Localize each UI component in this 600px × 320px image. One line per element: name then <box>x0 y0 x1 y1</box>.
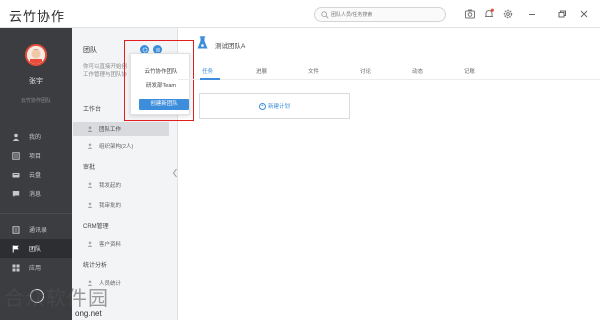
minimize-icon[interactable] <box>526 8 538 20</box>
new-plan-button[interactable]: + 新建计划 <box>199 93 350 119</box>
panel-hint-line: 你可以直接开始创 <box>83 64 128 70</box>
sidebar-item-mine[interactable]: 我的 <box>0 127 72 146</box>
section-crm: CRM管理 <box>83 224 109 230</box>
person-icon <box>87 143 93 149</box>
watermark-text: 合众软件园 <box>4 286 109 310</box>
team-tabs: 任务 进展 文件 讨论 动态 记账 <box>178 64 600 80</box>
plus-icon: + <box>258 102 266 110</box>
sidebar-item-label: 应用 <box>29 266 42 272</box>
popup-team-item[interactable]: 研发部Team <box>131 81 191 89</box>
panel-item-label: 团队工作 <box>99 127 122 133</box>
new-plan-label: 新建计划 <box>267 104 290 110</box>
panel-item-approved[interactable]: 我审批的 <box>73 198 169 212</box>
person-icon <box>87 126 93 132</box>
panel-item-label: 组织架构(2人) <box>99 144 134 150</box>
search-input[interactable] <box>331 9 441 20</box>
section-workbench: 工作台 <box>83 107 102 113</box>
sidebar-item-label: 我的 <box>29 135 42 141</box>
sidebar-divider <box>0 213 72 214</box>
user-name: 张宇 <box>29 78 43 85</box>
message-icon <box>12 190 20 197</box>
screenshot-icon[interactable] <box>464 8 476 20</box>
tab-tasks[interactable]: 任务 <box>202 67 213 75</box>
project-icon <box>12 151 20 160</box>
sidebar-item-apps[interactable]: 应用 <box>0 258 72 277</box>
section-approval: 审批 <box>83 165 96 171</box>
person-icon <box>12 133 20 141</box>
main-sidebar: 张宇 云竹协作团队 我的 项目 云盘 消息 通讯录 团队 应用 <box>0 28 72 320</box>
tab-progress[interactable]: 进展 <box>256 67 267 75</box>
collapse-arrow-icon[interactable] <box>172 168 178 178</box>
bell-icon[interactable] <box>483 8 495 20</box>
panel-title: 团队 <box>83 47 97 54</box>
watermark-url: ong.net <box>75 309 102 318</box>
search-box[interactable] <box>314 7 446 22</box>
tab-activity[interactable]: 动态 <box>412 67 423 75</box>
avatar[interactable] <box>25 44 47 66</box>
swap-icon <box>155 48 160 51</box>
user-org: 云竹协作团队 <box>20 98 51 104</box>
panel-hint: 你可以直接开始创 工作管理与团队协 <box>83 63 137 79</box>
person-icon <box>87 182 93 188</box>
title-bar: 云竹协作 <box>0 0 600 28</box>
person-icon <box>87 202 93 208</box>
panel-item-label: 我审批的 <box>99 203 122 209</box>
team-switch-popup: 云竹协作团队 研发部Team 创建新团队 <box>130 53 190 115</box>
restore-icon[interactable] <box>556 8 568 20</box>
sidebar-item-team[interactable]: 团队 <box>0 239 72 258</box>
section-stats: 统计分析 <box>83 263 108 269</box>
tab-discussion[interactable]: 讨论 <box>360 67 371 75</box>
cloud-icon <box>12 172 20 177</box>
settings-icon[interactable] <box>502 8 514 20</box>
sidebar-item-contacts[interactable]: 通讯录 <box>0 220 72 239</box>
sidebar-item-label: 消息 <box>29 192 42 198</box>
team-name: 测试团队A <box>215 43 246 50</box>
create-team-button[interactable]: 创建新团队 <box>139 99 189 110</box>
sidebar-item-label: 通讯录 <box>29 228 48 234</box>
panel-hint-line: 工作管理与团队协 <box>83 72 128 78</box>
panel-item-label: 客户资料 <box>99 242 122 248</box>
flag-icon <box>12 245 19 252</box>
close-icon[interactable] <box>578 8 590 20</box>
tab-files[interactable]: 文件 <box>308 67 319 75</box>
panel-item-label: 我发起的 <box>99 183 122 189</box>
sidebar-item-messages[interactable]: 消息 <box>0 184 72 203</box>
app-title: 云竹协作 <box>9 10 66 25</box>
tab-accounting[interactable]: 记账 <box>464 67 475 75</box>
person-icon <box>87 241 93 247</box>
avatar-image <box>27 46 45 64</box>
panel-item-customers[interactable]: 客户资料 <box>73 237 169 251</box>
sidebar-item-label: 团队 <box>29 247 42 253</box>
sidebar-item-label: 项目 <box>29 154 42 160</box>
search-icon <box>321 11 329 19</box>
team-icon <box>197 36 208 49</box>
panel-item-team-work[interactable]: 团队工作 <box>73 122 169 136</box>
sidebar-item-cloud[interactable]: 云盘 <box>0 165 72 184</box>
contacts-icon <box>12 225 20 234</box>
sidebar-item-projects[interactable]: 项目 <box>0 146 72 165</box>
gear-icon <box>142 47 147 52</box>
panel-item-org[interactable]: 组织架构(2人) <box>73 139 169 153</box>
apps-icon <box>12 264 20 271</box>
sidebar-item-label: 云盘 <box>29 173 42 179</box>
panel-item-initiated[interactable]: 我发起的 <box>73 178 169 192</box>
active-tab-indicator <box>200 78 220 80</box>
